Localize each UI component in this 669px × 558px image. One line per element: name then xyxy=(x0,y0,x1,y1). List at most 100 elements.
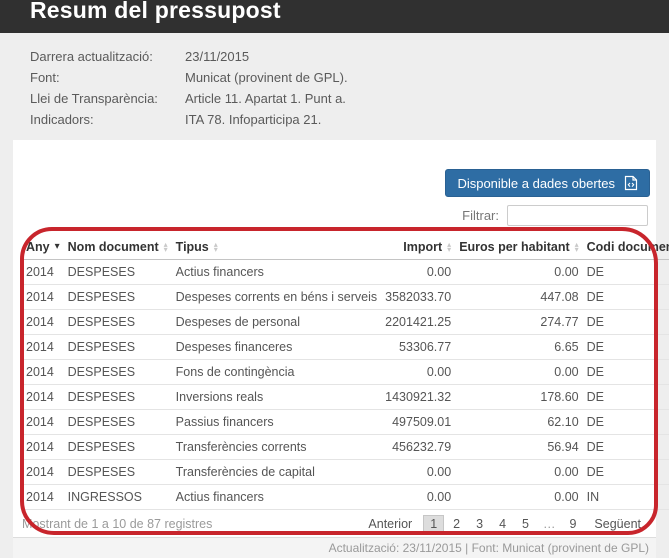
filter-input[interactable] xyxy=(507,205,648,226)
cell-any: 2014 xyxy=(22,460,64,485)
metadata-label: Llei de Transparència: xyxy=(30,88,185,109)
cell-nom: DESPESES xyxy=(64,435,172,460)
cell-any: 2014 xyxy=(22,410,64,435)
table-row: 2014DESPESESFons de contingència0.000.00… xyxy=(22,360,669,385)
open-data-button-label: Disponible a dades obertes xyxy=(457,176,615,191)
cell-import: 0.00 xyxy=(381,360,455,385)
cell-any: 2014 xyxy=(22,260,64,285)
cell-codidoc: DE xyxy=(583,385,669,410)
budget-table: Any▾Nom document▴▾Tipus▴▾Import▴▾Euros p… xyxy=(22,235,669,510)
metadata-row: Darrera actualització:23/11/2015 xyxy=(30,46,639,67)
column-header-codidoc[interactable]: Codi document▴▾ xyxy=(583,235,669,260)
cell-codidoc: DE xyxy=(583,435,669,460)
cell-tipus: Despeses corrents en béns i serveis xyxy=(172,285,381,310)
sort-both-icon: ▴▾ xyxy=(447,242,451,252)
cell-tipus: Actius financers xyxy=(172,485,381,510)
cell-tipus: Inversions reals xyxy=(172,385,381,410)
cell-import: 2201421.25 xyxy=(381,310,455,335)
pagination: Anterior 12345…9 Següent xyxy=(359,515,650,533)
cell-codidoc: DE xyxy=(583,285,669,310)
column-label: Euros per habitant xyxy=(459,240,569,254)
cell-any: 2014 xyxy=(22,285,64,310)
cell-tipus: Despeses de personal xyxy=(172,310,381,335)
pagination-ellipsis: … xyxy=(538,515,561,533)
cell-tipus: Despeses financeres xyxy=(172,335,381,360)
cell-any: 2014 xyxy=(22,335,64,360)
table-row: 2014DESPESESDespeses corrents en béns i … xyxy=(22,285,669,310)
file-code-icon xyxy=(624,175,638,191)
metadata-label: Darrera actualització: xyxy=(30,46,185,67)
pagination-pages: 12345…9 xyxy=(423,515,583,533)
cell-nom: DESPESES xyxy=(64,285,172,310)
pagination-page-1[interactable]: 1 xyxy=(423,515,444,533)
cell-euros: 6.65 xyxy=(455,335,582,360)
pagination-next[interactable]: Següent xyxy=(585,515,650,533)
cell-tipus: Transferències corrents xyxy=(172,435,381,460)
cell-euros: 0.00 xyxy=(455,485,582,510)
cell-codidoc: DE xyxy=(583,335,669,360)
cell-codidoc: DE xyxy=(583,360,669,385)
cell-import: 0.00 xyxy=(381,260,455,285)
column-label: Nom document xyxy=(68,240,159,254)
table-row: 2014DESPESESDespeses financeres53306.776… xyxy=(22,335,669,360)
table-row: 2014DESPESESPassius financers497509.0162… xyxy=(22,410,669,435)
cell-any: 2014 xyxy=(22,360,64,385)
cell-any: 2014 xyxy=(22,435,64,460)
metadata-value: 23/11/2015 xyxy=(185,46,639,67)
cell-import: 53306.77 xyxy=(381,335,455,360)
cell-any: 2014 xyxy=(22,310,64,335)
column-header-euros[interactable]: Euros per habitant ▴▾ xyxy=(455,235,582,260)
pagination-page-5[interactable]: 5 xyxy=(515,515,536,533)
column-header-tipus[interactable]: Tipus▴▾ xyxy=(172,235,381,260)
metadata-row: Font:Municat (provinent de GPL). xyxy=(30,67,639,88)
table-row: 2014DESPESESDespeses de personal2201421.… xyxy=(22,310,669,335)
cell-tipus: Passius financers xyxy=(172,410,381,435)
pagination-prev[interactable]: Anterior xyxy=(359,515,421,533)
pagination-page-4[interactable]: 4 xyxy=(492,515,513,533)
cell-nom: INGRESSOS xyxy=(64,485,172,510)
sort-both-icon: ▴▾ xyxy=(164,242,168,252)
filter-label: Filtrar: xyxy=(462,208,499,223)
cell-euros: 62.10 xyxy=(455,410,582,435)
table-row: 2014DESPESESTransferències de capital0.0… xyxy=(22,460,669,485)
table-header-row: Any▾Nom document▴▾Tipus▴▾Import▴▾Euros p… xyxy=(22,235,669,260)
cell-nom: DESPESES xyxy=(64,335,172,360)
cell-codidoc: DE xyxy=(583,410,669,435)
metadata-value: Municat (provinent de GPL). xyxy=(185,67,639,88)
column-label: Import xyxy=(403,240,442,254)
cell-euros: 274.77 xyxy=(455,310,582,335)
cell-euros: 178.60 xyxy=(455,385,582,410)
column-header-nom[interactable]: Nom document ▴▾ xyxy=(64,235,172,260)
cell-nom: DESPESES xyxy=(64,260,172,285)
open-data-button[interactable]: Disponible a dades obertes xyxy=(445,169,650,197)
cell-codidoc: DE xyxy=(583,460,669,485)
sort-both-icon: ▴▾ xyxy=(214,242,218,252)
cell-tipus: Transferències de capital xyxy=(172,460,381,485)
cell-euros: 447.08 xyxy=(455,285,582,310)
column-label: Any xyxy=(26,240,50,254)
cell-import: 0.00 xyxy=(381,460,455,485)
cell-euros: 56.94 xyxy=(455,435,582,460)
metadata-value: ITA 78. Infoparticipa 21. xyxy=(185,109,639,130)
metadata-row: Llei de Transparència:Article 11. Aparta… xyxy=(30,88,639,109)
column-header-import[interactable]: Import ▴▾ xyxy=(381,235,455,260)
column-header-any[interactable]: Any▾ xyxy=(22,235,64,260)
pagination-page-2[interactable]: 2 xyxy=(446,515,467,533)
cell-codidoc: DE xyxy=(583,310,669,335)
pagination-page-3[interactable]: 3 xyxy=(469,515,490,533)
table-summary: Mostrant de 1 a 10 de 87 registres xyxy=(22,517,212,531)
metadata-label: Indicadors: xyxy=(30,109,185,130)
metadata-list: Darrera actualització:23/11/2015Font:Mun… xyxy=(0,33,669,130)
sort-both-icon: ▴▾ xyxy=(575,242,579,252)
page-title: Resum del pressupost xyxy=(0,0,669,25)
cell-tipus: Actius financers xyxy=(172,260,381,285)
table-row: 2014DESPESESTransferències corrents45623… xyxy=(22,435,669,460)
cell-euros: 0.00 xyxy=(455,260,582,285)
cell-import: 0.00 xyxy=(381,485,455,510)
metadata-label: Font: xyxy=(30,67,185,88)
pagination-page-9[interactable]: 9 xyxy=(562,515,583,533)
cell-any: 2014 xyxy=(22,485,64,510)
table-row: 2014DESPESESActius financers0.000.00DE8 xyxy=(22,260,669,285)
source-footer: Actualització: 23/11/2015 | Font: Munica… xyxy=(13,537,656,558)
cell-euros: 0.00 xyxy=(455,460,582,485)
